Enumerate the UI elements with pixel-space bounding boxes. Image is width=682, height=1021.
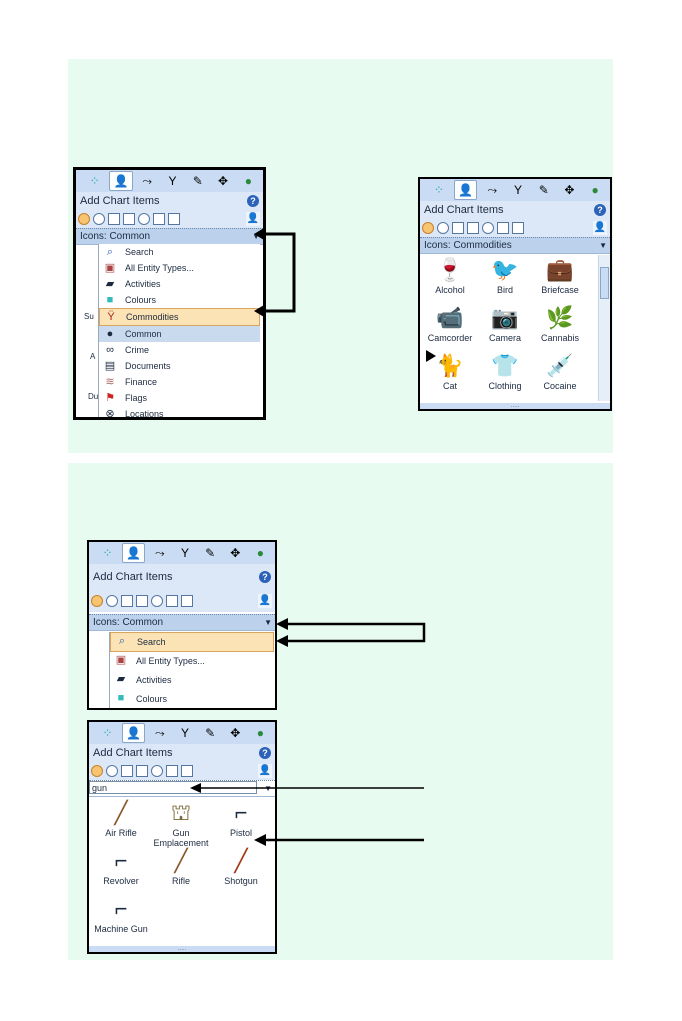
annotation-arrows-bottom	[190, 618, 426, 846]
